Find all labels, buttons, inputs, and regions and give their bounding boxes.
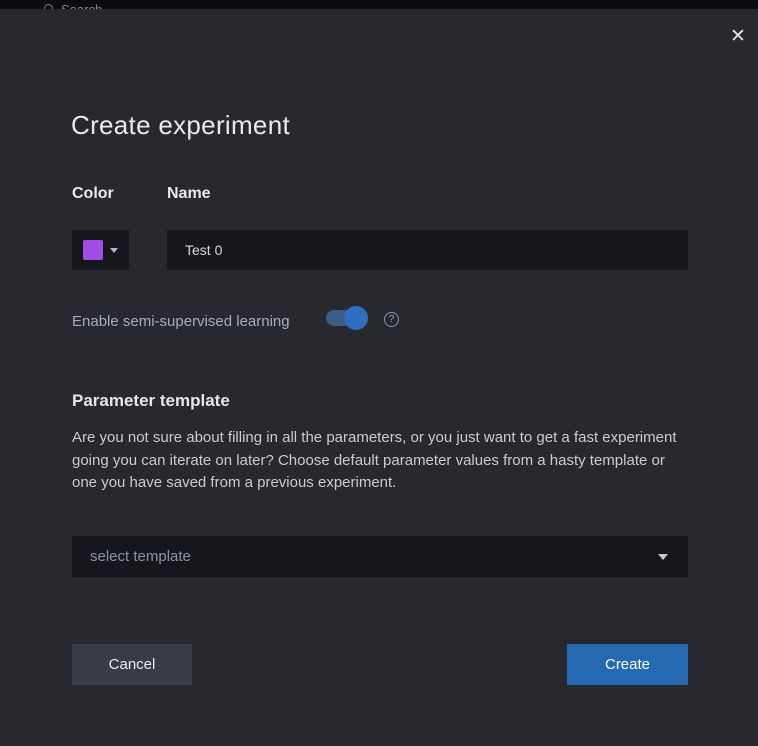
semi-supervised-toggle[interactable] <box>326 305 368 331</box>
close-icon[interactable]: ✕ <box>723 21 753 51</box>
search-input-clipped[interactable]: Search <box>61 2 102 9</box>
parameter-template-heading: Parameter template <box>72 391 230 411</box>
create-button[interactable]: Create <box>567 644 688 685</box>
experiment-name-input[interactable] <box>167 230 688 270</box>
page-title: Create experiment <box>71 110 290 141</box>
name-field-label: Name <box>167 185 211 203</box>
semi-supervised-toggle-label: Enable semi-supervised learning <box>72 313 290 330</box>
color-picker-dropdown[interactable] <box>72 230 129 270</box>
chevron-down-icon <box>110 248 118 253</box>
color-swatch <box>83 240 103 260</box>
chevron-down-icon <box>658 554 668 560</box>
help-question-icon[interactable]: ? <box>384 312 399 327</box>
create-experiment-modal: ✕ Create experiment Color Name Enable se… <box>0 9 758 746</box>
page-backdrop: Search <box>0 0 758 9</box>
toggle-knob <box>344 306 368 330</box>
template-select-placeholder: select template <box>90 548 191 565</box>
cancel-button[interactable]: Cancel <box>72 644 192 685</box>
color-field-label: Color <box>72 185 114 203</box>
parameter-template-description: Are you not sure about filling in all th… <box>72 427 694 495</box>
template-select-dropdown[interactable]: select template <box>72 536 688 577</box>
